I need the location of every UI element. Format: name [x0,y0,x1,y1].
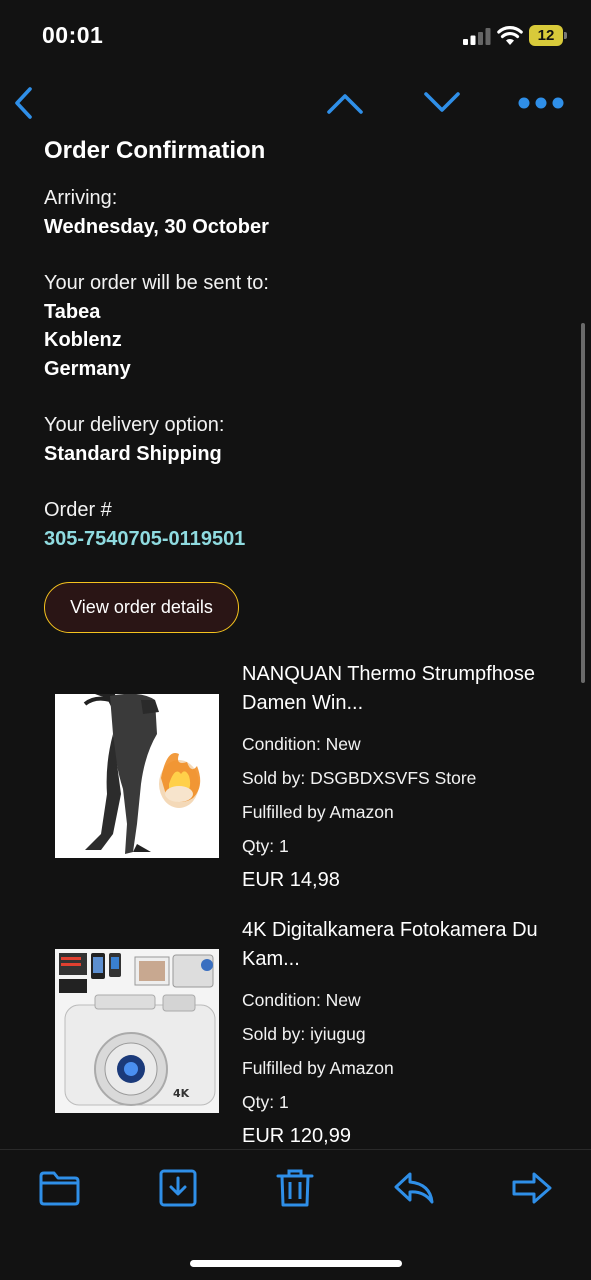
product-image-camera[interactable]: 4K [55,949,219,1113]
reply-icon[interactable] [392,1168,436,1208]
forward-icon[interactable] [510,1168,554,1208]
product-title-line1: 4K Digitalkamera Fotokamera Du [242,919,538,941]
view-order-details-button[interactable]: View order details [44,582,239,633]
svg-text:4K: 4K [173,1087,190,1100]
home-indicator[interactable] [190,1260,402,1267]
product-qty: Qty: 1 [242,1092,289,1112]
chevron-down-icon[interactable] [422,88,462,118]
product-title-line1: NANQUAN Thermo Strumpfhose [242,663,536,685]
camera-illustration: 4K [55,949,219,1113]
product-fulfilled: Fulfilled by Amazon [242,802,394,822]
product-info: 4K Digitalkamera Fotokamera Du Kam... Co… [242,916,582,1153]
wifi-icon [497,26,523,45]
product-condition: Condition: New [242,990,361,1010]
product-seller: Sold by: iyiugug [242,1024,366,1044]
product-seller: Sold by: DSGBDXSVFS Store [242,768,477,788]
folder-icon[interactable] [37,1168,81,1208]
battery-icon: 12 [529,25,567,46]
arriving-label: Arriving: [44,187,118,209]
address-city: Koblenz [44,329,122,351]
order-number-link[interactable]: 305-7540705-0119501 [44,525,564,554]
status-time: 00:01 [42,22,104,48]
product-condition: Condition: New [242,734,361,754]
delivery-label: Your delivery option: [44,414,225,436]
chevron-up-icon[interactable] [325,88,365,118]
order-label: Order # [44,499,112,521]
product-qty: Qty: 1 [242,836,289,856]
chevron-left-icon[interactable] [10,84,36,122]
email-body: Order Confirmation Arriving: Wednesday, … [44,136,564,553]
product-info: NANQUAN Thermo Strumpfhose Damen Win... … [242,660,582,897]
address-name: Tabea [44,300,101,323]
battery-level: 12 [537,27,555,44]
trash-icon[interactable] [273,1168,317,1208]
product-title[interactable]: 4K Digitalkamera Fotokamera Du Kam... [242,916,582,973]
archive-download-icon[interactable] [156,1168,200,1208]
product-image-tights[interactable] [55,694,219,858]
product-title-line2: Damen Win... [242,691,364,714]
tights-illustration [55,694,219,858]
delivery-option: Standard Shipping [44,442,222,465]
cellular-signal-icon [463,28,491,45]
more-dots-icon[interactable] [518,92,564,114]
arriving-date: Wednesday, 30 October [44,215,269,238]
product-fulfilled: Fulfilled by Amazon [242,1058,394,1078]
sent-to-label: Your order will be sent to: [44,272,269,294]
product-price: EUR 120,99 [242,1125,351,1147]
product-price: EUR 14,98 [242,869,340,891]
product-title-line2: Kam... [242,947,300,970]
scrollbar[interactable] [581,323,585,683]
address-country: Germany [44,357,131,380]
email-title: Order Confirmation [44,137,266,164]
mail-screen: 00:01 12 Order Confirmation Arriving: We… [0,0,591,1280]
product-title[interactable]: NANQUAN Thermo Strumpfhose Damen Win... [242,660,582,717]
